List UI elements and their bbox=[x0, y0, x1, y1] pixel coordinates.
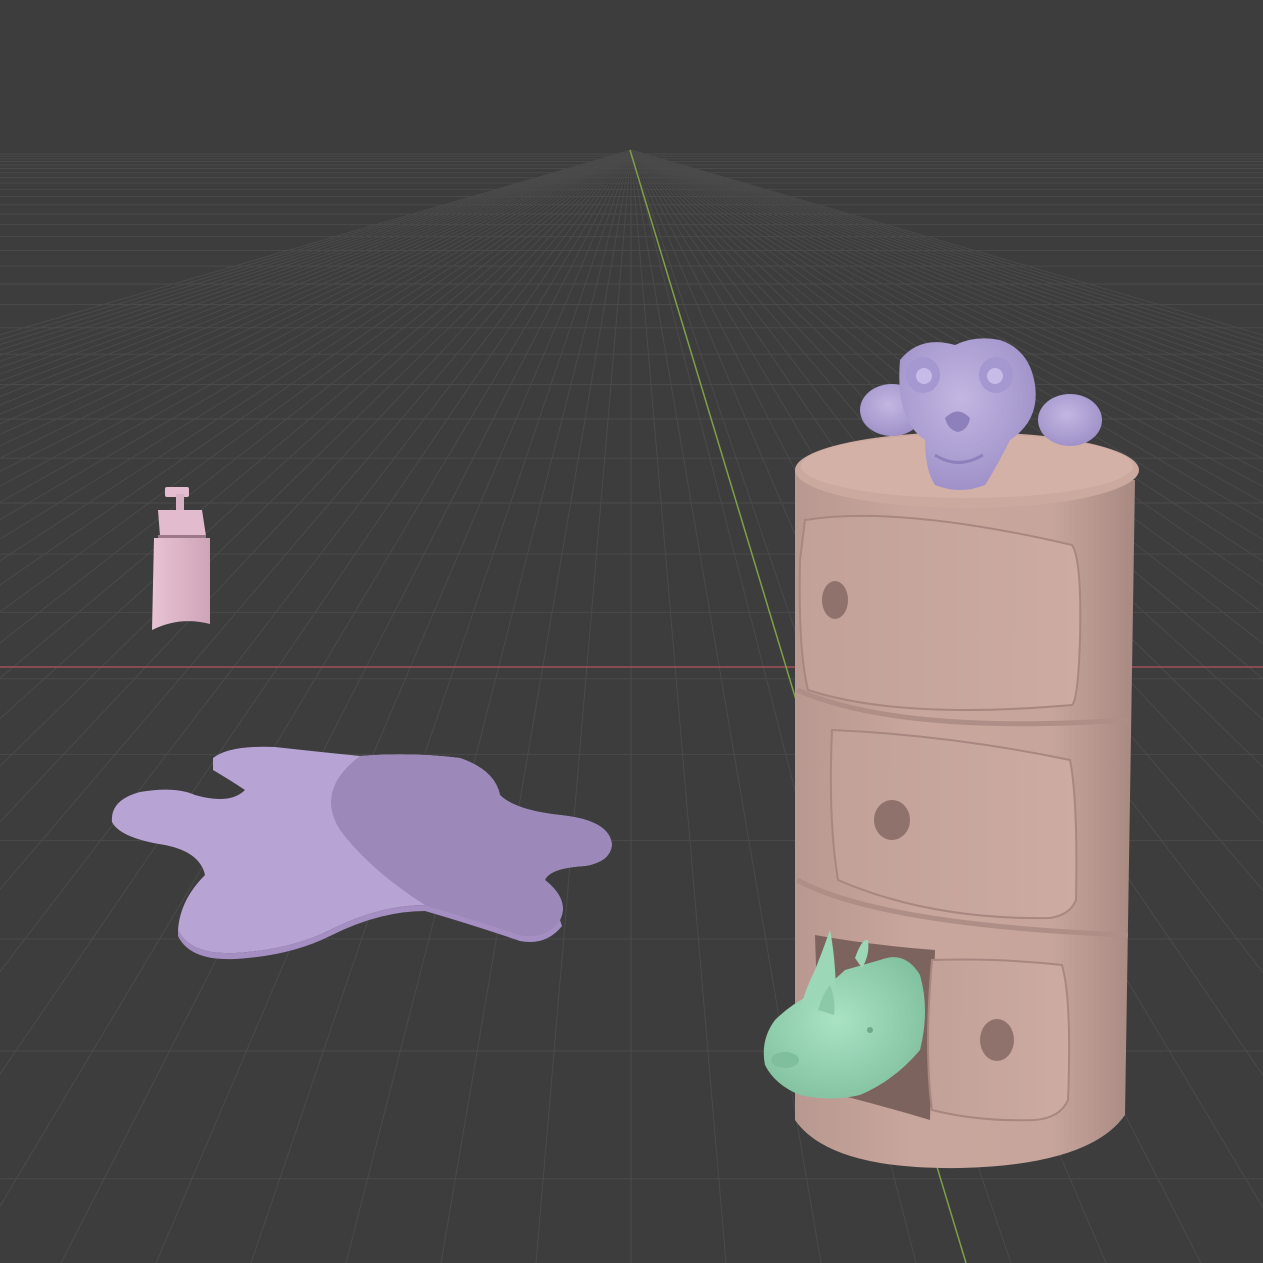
pump-bottle-icon[interactable] bbox=[152, 487, 210, 630]
scene-canvas[interactable] bbox=[0, 0, 1263, 1263]
3d-viewport[interactable] bbox=[0, 0, 1263, 1263]
bear-rug-icon[interactable] bbox=[111, 746, 612, 960]
